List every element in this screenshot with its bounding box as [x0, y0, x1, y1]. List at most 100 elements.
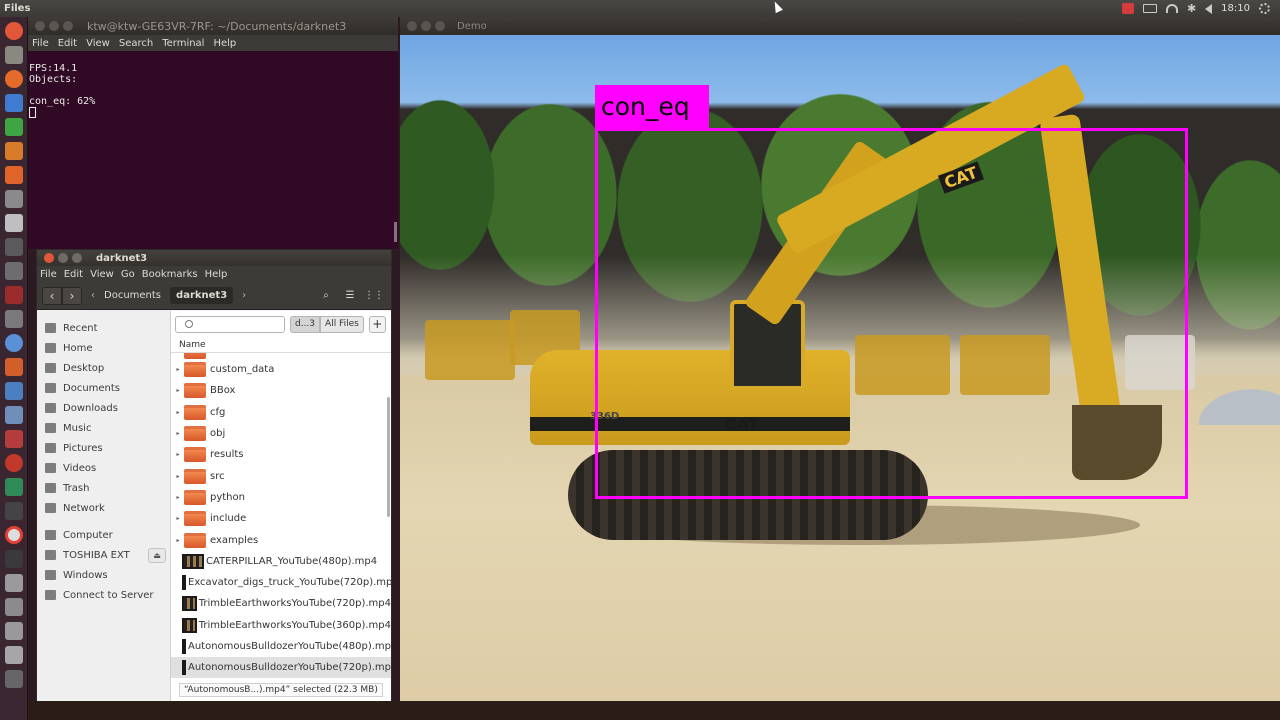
- chrome-icon[interactable]: [5, 526, 23, 544]
- sidebar-item-recent[interactable]: Recent: [37, 318, 170, 338]
- terminal-titlebar[interactable]: ktw@ktw-GE63VR-7RF: ~/Documents/darknet3: [28, 17, 398, 35]
- search-icon[interactable]: ⌕: [315, 287, 337, 305]
- indicator-red-icon[interactable]: [1121, 3, 1134, 14]
- menu-help[interactable]: Help: [205, 269, 228, 280]
- breadcrumb-left-arrow-icon[interactable]: ‹: [91, 290, 95, 301]
- app-launcher-icon[interactable]: [5, 310, 23, 328]
- maximize-icon[interactable]: [72, 253, 82, 263]
- expand-arrow-icon[interactable]: ▸: [173, 451, 183, 458]
- list-item[interactable]: AutonomousBulldozerYouTube(480p).mp4: [171, 636, 391, 657]
- column-header-name[interactable]: Name: [171, 338, 391, 353]
- list-item-selected[interactable]: AutonomousBulldozerYouTube(720p).mp4: [171, 657, 391, 679]
- sidebar-item-documents[interactable]: Documents: [37, 378, 170, 398]
- list-view-icon[interactable]: ☰: [339, 287, 361, 305]
- list-item[interactable]: TrimbleEarthworksYouTube(360p).mp4: [171, 615, 391, 636]
- app-launcher-icon[interactable]: [5, 406, 23, 424]
- file-list-scrollbar[interactable]: [387, 397, 390, 517]
- menu-view[interactable]: View: [86, 38, 110, 49]
- bluetooth-icon[interactable]: ✱: [1187, 3, 1196, 14]
- pycharm-icon[interactable]: [5, 478, 23, 496]
- list-item[interactable]: ▸ include: [171, 508, 391, 529]
- grid-view-icon[interactable]: ⋮⋮: [363, 287, 385, 305]
- minimize-icon[interactable]: [421, 21, 431, 31]
- impress-icon[interactable]: [5, 142, 23, 160]
- sidebar-item-home[interactable]: Home: [37, 338, 170, 358]
- search-scope-current-button[interactable]: d...3: [290, 315, 321, 333]
- maximize-icon[interactable]: [435, 21, 445, 31]
- back-button[interactable]: ‹: [42, 286, 62, 305]
- app-launcher-icon[interactable]: [5, 382, 23, 400]
- menu-terminal[interactable]: Terminal: [162, 38, 204, 49]
- drive-icon[interactable]: [5, 646, 23, 664]
- forward-button[interactable]: ›: [62, 286, 82, 305]
- sidebar-item-desktop[interactable]: Desktop: [37, 358, 170, 378]
- drive-icon[interactable]: [5, 622, 23, 640]
- menu-edit[interactable]: Edit: [58, 38, 77, 49]
- expand-arrow-icon[interactable]: ▸: [173, 409, 183, 416]
- list-item[interactable]: CATERPILLAR_YouTube(480p).mp4: [171, 551, 391, 572]
- app-launcher-icon[interactable]: [5, 286, 23, 304]
- breadcrumb-documents[interactable]: Documents: [98, 287, 167, 304]
- keyboard-icon[interactable]: [1142, 4, 1157, 13]
- minimize-icon[interactable]: [49, 21, 59, 31]
- volume-icon[interactable]: [1205, 3, 1213, 14]
- software-center-icon[interactable]: [5, 166, 23, 184]
- search-scope-all-files-button[interactable]: All Files: [320, 315, 364, 333]
- list-item[interactable]: ▸ python: [171, 487, 391, 508]
- maximize-icon[interactable]: [63, 21, 73, 31]
- list-item[interactable]: ▸ examples: [171, 529, 391, 550]
- terminal-icon[interactable]: [5, 550, 23, 568]
- sidebar-item-connect-to-server[interactable]: Connect to Server: [37, 585, 170, 605]
- close-icon[interactable]: [407, 21, 417, 31]
- sidebar-item-network[interactable]: Network: [37, 498, 170, 518]
- sidebar-item-downloads[interactable]: Downloads: [37, 398, 170, 418]
- app-launcher-icon[interactable]: [5, 262, 23, 280]
- file-manager-titlebar[interactable]: darknet3: [37, 250, 391, 266]
- menu-edit[interactable]: Edit: [64, 269, 83, 280]
- calc-icon[interactable]: [5, 118, 23, 136]
- sidebar-item-pictures[interactable]: Pictures: [37, 438, 170, 458]
- app-launcher-icon[interactable]: [5, 358, 23, 376]
- expand-arrow-icon[interactable]: ▸: [173, 515, 183, 522]
- dash-home-icon[interactable]: [5, 22, 23, 40]
- drive-icon[interactable]: [5, 574, 23, 592]
- eject-icon[interactable]: ⏏: [148, 547, 166, 563]
- list-item[interactable]: ▸ BBox: [171, 380, 391, 401]
- menu-file[interactable]: File: [32, 38, 49, 49]
- writer-icon[interactable]: [5, 94, 23, 112]
- app-launcher-icon[interactable]: [5, 454, 23, 472]
- breadcrumb-darknet3[interactable]: darknet3: [170, 287, 234, 304]
- add-search-criteria-button[interactable]: +: [368, 315, 386, 333]
- menu-bookmarks[interactable]: Bookmarks: [142, 269, 198, 280]
- sidebar-item-computer[interactable]: Computer: [37, 525, 170, 545]
- text-editor-icon[interactable]: [5, 214, 23, 232]
- sidebar-item-trash[interactable]: Trash: [37, 478, 170, 498]
- menu-help[interactable]: Help: [213, 38, 236, 49]
- expand-arrow-icon[interactable]: ▸: [173, 387, 183, 394]
- close-icon[interactable]: [44, 253, 54, 263]
- firefox-icon[interactable]: [5, 70, 23, 88]
- expand-arrow-icon[interactable]: ▸: [173, 537, 183, 544]
- list-item[interactable]: ▸ cfg: [171, 402, 391, 423]
- menu-view[interactable]: View: [90, 269, 114, 280]
- sidebar-item-videos[interactable]: Videos: [37, 458, 170, 478]
- expand-arrow-icon[interactable]: ▸: [173, 494, 183, 501]
- menu-search[interactable]: Search: [119, 38, 153, 49]
- expand-arrow-icon[interactable]: ▸: [173, 473, 183, 480]
- list-item[interactable]: ▸ results: [171, 444, 391, 465]
- breadcrumb-right-arrow-icon[interactable]: ›: [242, 290, 246, 301]
- sidebar-item-windows[interactable]: Windows: [37, 565, 170, 585]
- sidebar-item-toshiba-ext[interactable]: TOSHIBA EXT ⏏: [37, 545, 170, 565]
- demo-titlebar[interactable]: Demo: [400, 17, 1280, 35]
- list-item[interactable]: ▸ custom_data: [171, 359, 391, 380]
- app-launcher-icon[interactable]: [5, 430, 23, 448]
- menu-go[interactable]: Go: [121, 269, 135, 280]
- settings-gear-icon[interactable]: [1259, 3, 1270, 14]
- wifi-icon[interactable]: [1165, 4, 1178, 13]
- list-item[interactable]: ▸ obj: [171, 423, 391, 444]
- terminal-launcher-icon[interactable]: [5, 238, 23, 256]
- minimize-icon[interactable]: [58, 253, 68, 263]
- app-launcher-icon[interactable]: [5, 502, 23, 520]
- menu-file[interactable]: File: [40, 269, 57, 280]
- list-item[interactable]: TrimbleEarthworksYouTube(720p).mp4: [171, 593, 391, 614]
